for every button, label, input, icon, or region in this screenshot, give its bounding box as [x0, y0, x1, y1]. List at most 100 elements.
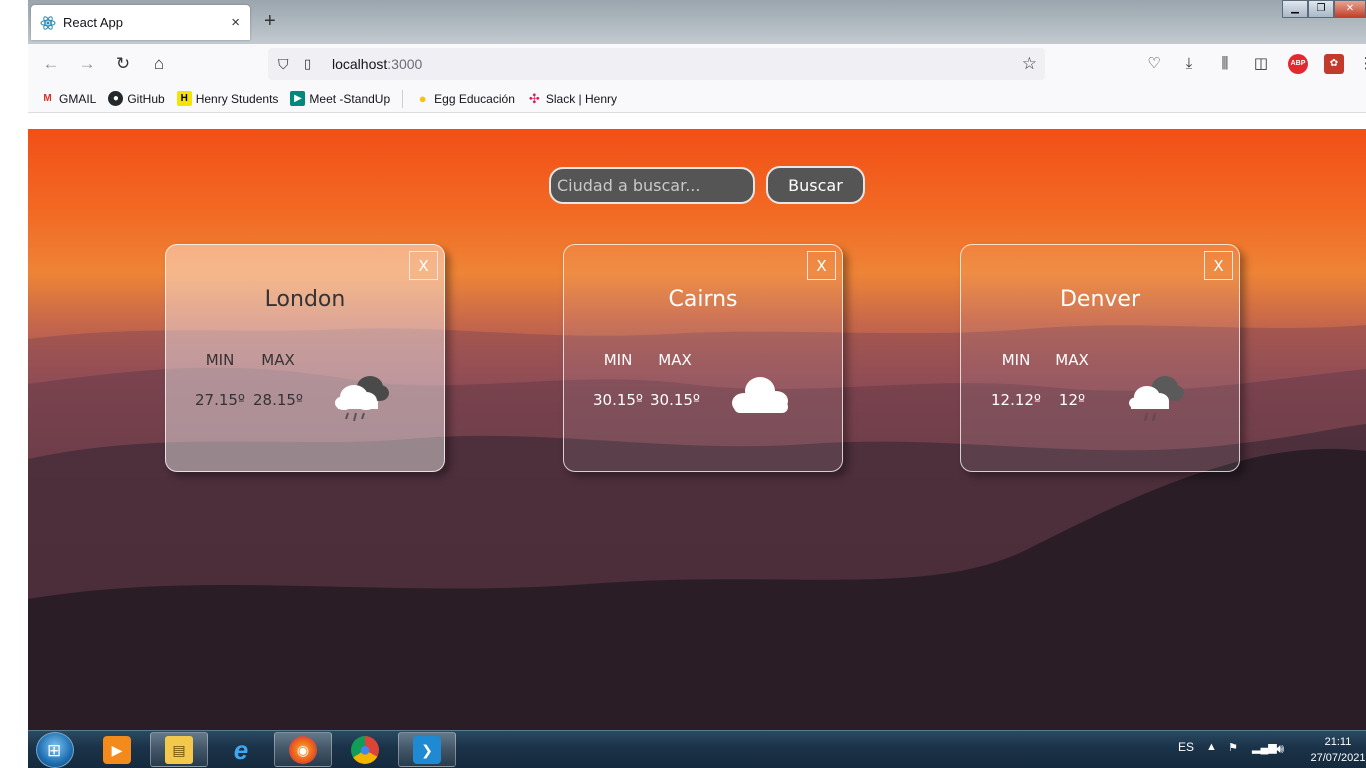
- min-temp: 27.15º: [194, 391, 245, 409]
- max-label: MAX: [261, 351, 295, 369]
- react-icon: [40, 15, 56, 30]
- windows-icon: ⊞: [47, 741, 62, 760]
- weather-card-cairns: X Cairns MIN MAX 30.15º 30.15º: [563, 244, 843, 472]
- start-button[interactable]: ⊞: [36, 732, 74, 768]
- weather-app: Buscar X London MIN MAX 27.15º 28.15º: [28, 129, 1366, 730]
- bookmark-label: GMAIL: [59, 91, 97, 106]
- home-icon[interactable]: ⌂: [148, 54, 170, 74]
- storm-cloud-icon: [1129, 376, 1184, 422]
- tab-close-icon[interactable]: ×: [231, 14, 240, 31]
- card-close-button[interactable]: X: [409, 251, 438, 280]
- taskbar-vscode[interactable]: ❯: [398, 732, 456, 767]
- taskbar-file-explorer[interactable]: ▤: [150, 732, 208, 767]
- max-temp: 12º: [1058, 391, 1086, 409]
- forward-icon[interactable]: →: [76, 54, 98, 74]
- background-window-strip: [0, 0, 28, 730]
- window-controls: ▁ ❐ ✕: [1282, 0, 1366, 18]
- vscode-icon: ❯: [413, 735, 441, 764]
- min-temp: 12.12º: [990, 391, 1041, 409]
- meet-icon: ▶: [290, 91, 306, 106]
- bookmarks-bar: M GMAIL ● GitHub H Henry Students ▶ Meet…: [28, 85, 1366, 113]
- internet-explorer-icon: e: [233, 734, 249, 765]
- taskbar-chrome[interactable]: ●: [336, 732, 394, 767]
- weather-card-denver: X Denver MIN MAX 12.12º 12º: [960, 244, 1240, 472]
- card-close-button[interactable]: X: [1204, 251, 1233, 280]
- bookmark-slack-henry[interactable]: ✣ Slack | Henry: [527, 91, 617, 106]
- egg-icon: ●: [418, 91, 427, 106]
- bookmark-label: Meet -StandUp: [309, 91, 391, 106]
- new-tab-button[interactable]: +: [264, 10, 276, 33]
- min-temp: 30.15º: [592, 391, 643, 409]
- taskbar-internet-explorer[interactable]: e: [212, 732, 270, 767]
- weather-card-london: X London MIN MAX 27.15º 28.15º: [165, 244, 445, 472]
- bookmark-gmail[interactable]: M GMAIL: [40, 91, 96, 106]
- bookmark-label: Egg Educación: [434, 91, 515, 106]
- card-close-button[interactable]: X: [807, 251, 836, 280]
- clock-date: 27/07/2021: [1310, 752, 1366, 764]
- gmail-icon: M: [43, 93, 52, 104]
- taskbar: ⊞ ▶ ▤ e ◉ ● ❯ ES ▲ ⚑ ▂▄▆ 🔊︎ 21:11 27/07/…: [28, 730, 1366, 768]
- city-name: Denver: [1059, 287, 1141, 312]
- navigation-toolbar: ← → ↻ ⌂ ⛉ ▯ localhost :3000 ☆ ♡ ⤓ ⫼ ◫ AB…: [28, 44, 1366, 85]
- max-label: MAX: [658, 351, 692, 369]
- min-label: MIN: [205, 351, 235, 369]
- back-icon[interactable]: ←: [40, 54, 62, 74]
- restore-icon[interactable]: ❐: [1308, 0, 1334, 18]
- media-player-icon: ▶: [103, 735, 131, 764]
- taskbar-firefox[interactable]: ◉: [274, 732, 332, 767]
- search-input[interactable]: [549, 167, 755, 204]
- adblock-icon[interactable]: ABP: [1288, 54, 1308, 74]
- taskbar-media-player[interactable]: ▶: [88, 732, 146, 767]
- bookmark-separator: [402, 89, 404, 108]
- tab-bar: React App × + ▁ ❐ ✕: [28, 0, 1366, 44]
- rain-cloud-icon: [335, 376, 389, 422]
- menu-icon[interactable]: ⋮: [1356, 54, 1366, 74]
- bookmark-label: Henry Students: [195, 91, 279, 106]
- minimize-icon[interactable]: ▁: [1282, 0, 1308, 18]
- bookmark-label: GitHub: [127, 91, 165, 106]
- library-icon[interactable]: ⫼: [1215, 54, 1235, 74]
- reload-icon[interactable]: ↻: [112, 54, 134, 74]
- bookmark-github[interactable]: ● GitHub: [108, 91, 165, 106]
- url-port: :3000: [387, 56, 423, 72]
- bookmark-egg-educacion[interactable]: ● Egg Educación: [415, 91, 515, 106]
- screen: React App × + ▁ ❐ ✕ ← → ↻ ⌂ ⛉ ▯ localhos…: [0, 0, 1366, 768]
- bookmark-label: Slack | Henry: [545, 91, 618, 106]
- show-hidden-icons-icon[interactable]: ▲: [1206, 741, 1217, 753]
- sidebar-icon[interactable]: ◫: [1251, 54, 1271, 74]
- firefox-icon: ◉: [289, 735, 317, 764]
- address-bar[interactable]: ⛉ ▯ localhost :3000 ☆: [268, 48, 1045, 80]
- max-label: MAX: [1055, 351, 1089, 369]
- henry-icon: H: [176, 91, 192, 106]
- shield-icon[interactable]: ⛉: [278, 56, 294, 73]
- min-label: MIN: [1001, 351, 1031, 369]
- max-temp: 28.15º: [252, 391, 303, 409]
- tab-react-app[interactable]: React App ×: [31, 5, 250, 40]
- pocket-icon[interactable]: ♡: [1144, 54, 1164, 74]
- bookmark-henry-students[interactable]: H Henry Students: [176, 91, 279, 106]
- network-icon[interactable]: ▂▄▆: [1252, 741, 1277, 754]
- volume-icon[interactable]: 🔊︎: [1276, 741, 1284, 757]
- folder-icon: ▤: [165, 735, 193, 764]
- language-indicator[interactable]: ES: [1178, 740, 1194, 754]
- tab-title: React App: [63, 15, 123, 30]
- city-name: Cairns: [668, 287, 738, 312]
- city-name: London: [264, 287, 346, 312]
- cloud-icon: [732, 377, 788, 413]
- chrome-icon: ●: [351, 735, 379, 764]
- search-button[interactable]: Buscar: [766, 166, 865, 204]
- clock-time: 21:11: [1324, 736, 1352, 748]
- max-temp: 30.15º: [649, 391, 700, 409]
- github-icon: ●: [108, 91, 124, 106]
- clock[interactable]: 21:11 27/07/2021: [1310, 734, 1366, 766]
- action-center-icon[interactable]: ⚑: [1228, 741, 1238, 754]
- close-window-icon[interactable]: ✕: [1334, 0, 1366, 18]
- download-icon[interactable]: ⤓: [1179, 54, 1199, 74]
- page-icon: ▯: [304, 56, 312, 71]
- bookmark-star-icon[interactable]: ☆: [1022, 54, 1037, 74]
- slack-icon: ✣: [528, 91, 540, 106]
- min-label: MIN: [603, 351, 633, 369]
- bookmark-meet-standup[interactable]: ▶ Meet -StandUp: [290, 91, 390, 106]
- url-host: localhost: [332, 56, 388, 72]
- extension-icon[interactable]: ✿: [1324, 54, 1344, 74]
